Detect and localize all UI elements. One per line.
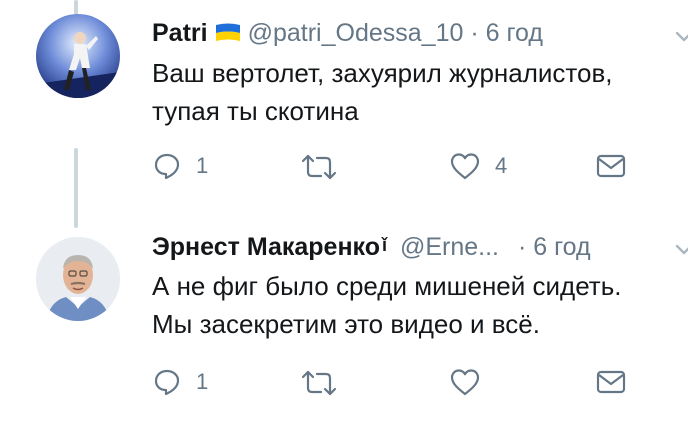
heart-icon [450, 369, 480, 396]
reply-icon [154, 153, 180, 180]
retweet-button[interactable] [299, 152, 353, 182]
reply-count: 1 [196, 153, 209, 178]
tweet-text-line: Мы засекретим это видео и всё. [152, 309, 540, 339]
retweet-icon [301, 370, 337, 396]
ukraine-flag-icon [214, 19, 242, 41]
reply-button[interactable]: 1 [152, 151, 208, 181]
tweet-text-line: Ваш вертолет, захуярил журналистов, [152, 58, 613, 88]
tweet[interactable]: Patri @patri_Odessa_10 · 6 год Ваш вертол… [0, 0, 688, 215]
tweet-text-line: А не фиг было среди мишеней сидеть. [152, 271, 622, 301]
envelope-icon [596, 154, 626, 178]
display-name[interactable]: Patri [152, 19, 208, 47]
like-count: 4 [495, 153, 508, 178]
avatar[interactable] [36, 14, 120, 98]
envelope-icon [596, 370, 626, 394]
like-button[interactable]: 4 [449, 151, 507, 181]
heart-icon [450, 153, 480, 180]
tweet-text-line: тупая ты скотина [152, 96, 359, 126]
tweet-text: А не фиг было среди мишеней сидеть. Мы з… [152, 267, 621, 343]
tweet-header: Patri @patri_Odessa_10 · 6 год [152, 16, 543, 50]
separator: · [470, 19, 479, 47]
reply-count: 1 [196, 369, 209, 394]
message-button[interactable] [596, 153, 626, 179]
separator: · [517, 233, 527, 261]
timestamp[interactable]: 6 год [486, 19, 543, 47]
timestamp[interactable]: 6 год [533, 233, 590, 261]
retweet-button[interactable] [299, 368, 353, 398]
display-name-suffix: ǐ [382, 235, 388, 255]
chevron-down-icon[interactable] [674, 239, 688, 259]
handle[interactable]: @Erne... [400, 233, 499, 261]
avatar[interactable] [36, 237, 120, 321]
tweet[interactable]: Эрнест Макаренко ǐ @Erne... · 6 год А не … [0, 215, 688, 431]
tweet-header: Эрнест Макаренко ǐ @Erne... · 6 год [152, 228, 591, 262]
reply-button[interactable]: 1 [152, 367, 208, 397]
chevron-down-icon[interactable] [674, 26, 688, 46]
handle[interactable]: @patri_Odessa_10 [248, 19, 464, 47]
retweet-icon [301, 154, 337, 180]
like-button[interactable] [449, 367, 495, 397]
display-name[interactable]: Эрнест Макаренко [152, 233, 380, 261]
tweet-text: Ваш вертолет, захуярил журналистов, тупа… [152, 54, 613, 130]
message-button[interactable] [596, 369, 626, 395]
reply-icon [154, 369, 180, 396]
